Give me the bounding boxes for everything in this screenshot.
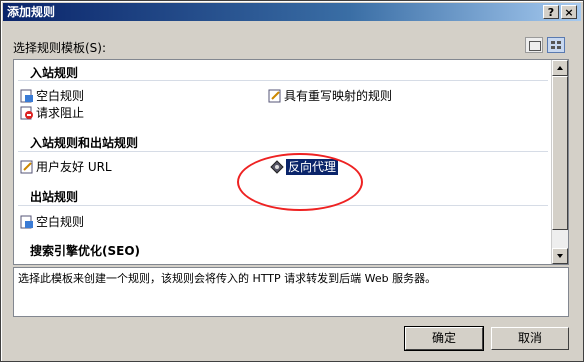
group-seo-title: 搜索引擎优化(SEO) <box>30 244 141 258</box>
template-item-label: 用户友好 URL <box>36 160 112 174</box>
details-view-icon <box>529 41 541 51</box>
blank-rule-icon <box>20 215 34 229</box>
help-button[interactable]: ? <box>543 5 559 19</box>
ok-button[interactable]: 确定 <box>404 326 484 351</box>
template-item-label: 空白规则 <box>36 215 85 229</box>
title-bar[interactable]: 添加规则 ? × <box>3 3 581 21</box>
template-item-blank-inbound[interactable]: 空白规则 <box>20 88 84 104</box>
block-rule-icon <box>20 106 34 120</box>
add-rule-dialog: 添加规则 ? × 选择规则模板(S): 入站规则 空白规则 请求阻止 具有重写映… <box>0 0 584 362</box>
cancel-button[interactable]: 取消 <box>491 327 569 350</box>
close-button[interactable]: × <box>561 5 577 19</box>
template-item-rewrite-map[interactable]: 具有重写映射的规则 <box>268 88 392 104</box>
scroll-up-button[interactable] <box>552 60 568 76</box>
template-item-friendly-url[interactable]: 用户友好 URL <box>20 159 112 175</box>
group-inout-title: 入站规则和出站规则 <box>30 136 139 150</box>
icon-view-icon <box>551 41 561 49</box>
group-divider <box>18 80 548 81</box>
scroll-down-button[interactable] <box>552 248 568 264</box>
template-description: 选择此模板来创建一个规则，该规则会将传入的 HTTP 请求转发到后端 Web 服… <box>13 267 569 317</box>
template-item-label: 空白规则 <box>36 89 85 103</box>
annotation-circle <box>237 153 363 211</box>
group-outbound-title: 出站规则 <box>30 190 79 204</box>
group-divider <box>18 151 548 152</box>
dialog-title: 添加规则 <box>7 5 56 19</box>
list-scrollbar[interactable] <box>551 60 568 264</box>
group-inbound-title: 入站规则 <box>30 66 79 80</box>
template-item-request-block[interactable]: 请求阻止 <box>20 105 84 121</box>
arrow-down-icon <box>557 254 563 258</box>
arrow-up-icon <box>557 66 563 70</box>
scroll-thumb[interactable] <box>552 76 568 230</box>
rewrite-map-icon <box>268 89 282 103</box>
details-view-button[interactable] <box>525 37 543 53</box>
icon-view-button[interactable] <box>547 37 565 53</box>
template-item-blank-outbound[interactable]: 空白规则 <box>20 214 84 230</box>
blank-rule-icon <box>20 89 34 103</box>
template-item-label: 请求阻止 <box>36 106 85 120</box>
friendly-url-icon <box>20 160 34 174</box>
template-item-label: 具有重写映射的规则 <box>284 89 393 103</box>
template-select-label: 选择规则模板(S): <box>13 41 107 55</box>
